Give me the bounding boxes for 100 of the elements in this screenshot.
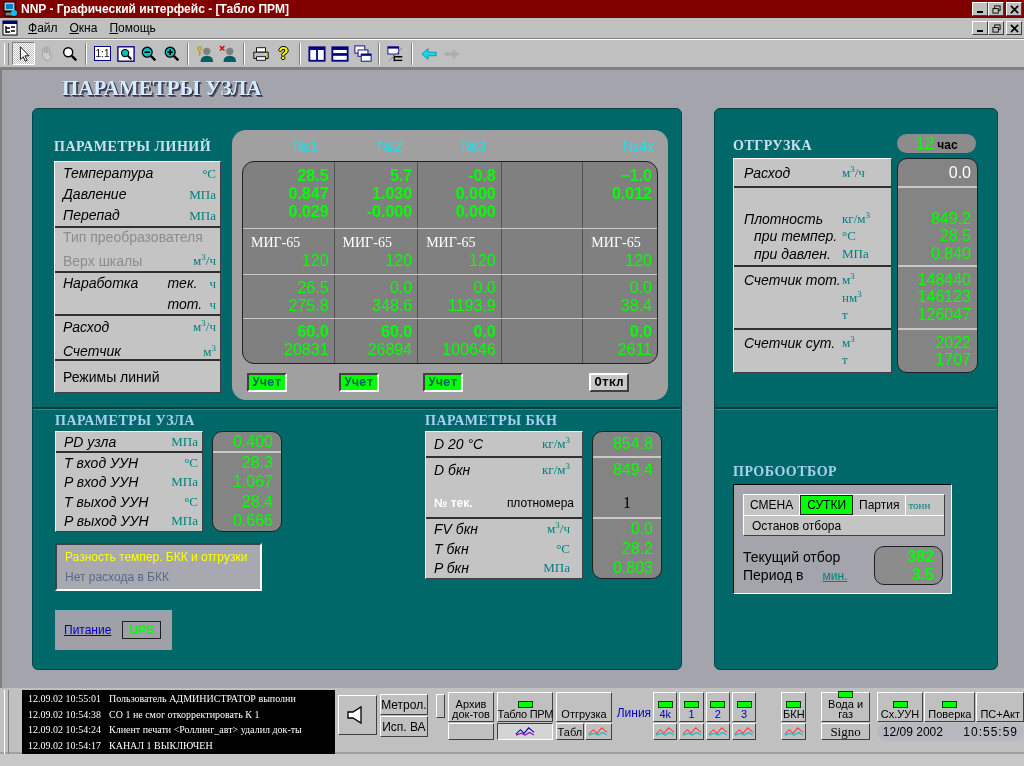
- parameter-label: T бкн: [434, 540, 469, 557]
- nav-button[interactable]: Сх.УУН: [876, 692, 924, 722]
- speaker-button[interactable]: [337, 695, 377, 735]
- parameter-value: 28.5: [939, 227, 971, 246]
- parameter-value: 0.840: [930, 244, 971, 263]
- mode-button[interactable]: Откл: [589, 373, 629, 392]
- section-title: ОТГРУЗКА: [733, 138, 813, 154]
- nav-button[interactable]: 4k: [653, 692, 678, 722]
- unit-label: °C: [184, 454, 198, 471]
- column-header: №2: [377, 137, 402, 154]
- nav-button[interactable]: Табл: [556, 723, 584, 740]
- event-time: 12.09.02 10:54:24: [27, 724, 101, 736]
- trend-icon: [783, 726, 804, 737]
- unit-label: м$^{3}$/ч: [193, 251, 216, 271]
- blank-button[interactable]: [447, 723, 495, 740]
- parameter-sublabel: тот.: [167, 294, 204, 314]
- period-tab[interactable]: СУТКИ: [800, 495, 854, 515]
- reading-value: 0.000: [455, 203, 496, 221]
- parameter-value: 1: [623, 494, 631, 513]
- parameter-label: Перепад: [63, 205, 121, 225]
- nav-button[interactable]: БКН: [781, 692, 807, 722]
- close-button[interactable]: [1006, 21, 1022, 35]
- parameter-label: Температура: [63, 163, 155, 183]
- parameter-sublabel: тек.: [167, 273, 199, 293]
- nav-button[interactable]: Вода и газ: [821, 692, 870, 722]
- parameter-label: Верх шкалы: [63, 251, 144, 271]
- close-icon: [1009, 23, 1019, 33]
- unit-label: МПа: [189, 185, 216, 204]
- scale-value: 120: [469, 251, 496, 270]
- pointer-button[interactable]: [12, 42, 35, 65]
- stop-sampling-label: Останов отбора: [752, 518, 842, 533]
- current-sampling-value: 382: [907, 547, 934, 566]
- power-link[interactable]: Питание: [64, 623, 112, 637]
- status-led: [684, 701, 700, 708]
- minimize-button[interactable]: [972, 2, 988, 16]
- nav-button[interactable]: ПС+Акт: [976, 692, 1024, 722]
- event-time: 12.09.02 10:55:01: [27, 693, 101, 705]
- parameter-value: 28.4: [241, 492, 273, 511]
- user-remove-button[interactable]: [216, 42, 239, 65]
- trend-icon: [681, 726, 702, 737]
- column-header: №1: [293, 137, 318, 154]
- nav-button[interactable]: Поверка: [924, 692, 976, 722]
- unit-label: м$^{3}$: [203, 341, 216, 361]
- menu-item[interactable]: Окна: [63, 21, 104, 35]
- unit-label: кг/м$^{3}$: [542, 461, 570, 479]
- nav-button[interactable]: Отгрузка: [556, 692, 612, 722]
- column-header: №4к: [623, 137, 654, 154]
- section-title: ПАРАМЕТРЫ ЛИНИЙ: [54, 137, 213, 156]
- counter-value: 20831: [284, 341, 329, 359]
- menu-item[interactable]: Помощь: [103, 21, 162, 35]
- cascade-button[interactable]: [351, 42, 374, 65]
- parameter-label: FV бкн: [434, 521, 478, 537]
- minimize-button[interactable]: [972, 21, 988, 35]
- meter-sublabel: плотномера: [506, 496, 574, 511]
- parameter-value: 28.3: [241, 453, 273, 472]
- trend-button[interactable]: [497, 723, 554, 740]
- unit-label: м$^{3}$/ч: [547, 520, 570, 538]
- section-title: ПРОБООТБОР: [733, 463, 839, 481]
- parameter-label: при темпер.: [753, 228, 839, 245]
- nav-button[interactable]: 2: [705, 692, 730, 722]
- counter-value: 26894: [367, 341, 413, 359]
- user-key-icon: [195, 44, 214, 63]
- parameter-value: 854.8: [612, 435, 653, 453]
- menu-item[interactable]: Файл: [22, 21, 64, 35]
- cascade-icon: [353, 44, 372, 63]
- parameter-label: PD узла: [64, 433, 117, 450]
- restore-button[interactable]: [988, 21, 1004, 35]
- nav-button[interactable]: Метрол.: [379, 694, 428, 715]
- parameter-label: P выход УУН: [64, 513, 149, 530]
- parameter-label: Расход: [744, 164, 792, 181]
- blank-button[interactable]: [435, 694, 445, 718]
- mode-button[interactable]: Учет: [339, 373, 379, 392]
- parameter-label: Расход: [63, 317, 111, 337]
- mode-button[interactable]: Учет: [423, 373, 463, 392]
- unit-label: МПа: [171, 474, 198, 491]
- page-title: ПАРАМЕТРЫ УЗЛА: [61, 75, 263, 102]
- flow-value: 0.0: [629, 323, 652, 341]
- section-title: ПАРАМЕТРЫ УЗЛА: [55, 412, 196, 430]
- parameter-label: T выход УУН: [64, 493, 149, 510]
- close-button[interactable]: [1006, 2, 1022, 16]
- modes-label: Режимы линий: [63, 368, 161, 385]
- unit-label: т: [842, 352, 848, 369]
- nav-button[interactable]: Исп. ВА: [379, 716, 428, 737]
- unit-label: ч: [209, 295, 216, 314]
- reading-value: 0.847: [288, 185, 329, 203]
- parameter-value: 0.666: [232, 512, 273, 531]
- restore-button[interactable]: [988, 2, 1004, 16]
- restore-icon: [991, 23, 1001, 33]
- parameter-value: 849.2: [930, 209, 971, 228]
- nav-button[interactable]: Signo: [821, 723, 870, 740]
- nav-button[interactable]: Архив док-тов: [447, 692, 495, 722]
- unit-label: МПа: [171, 433, 198, 450]
- zoom-out-icon: [139, 44, 158, 63]
- runtime-value: 0.0: [629, 278, 652, 297]
- reading-value: 28.5: [297, 167, 329, 185]
- nav-button[interactable]: 1: [679, 692, 704, 722]
- mode-button[interactable]: Учет: [247, 373, 287, 392]
- parameter-value: 28.2: [621, 539, 653, 558]
- event-message: Пользователь АДМИНИСТРАТОР выполни: [109, 693, 296, 705]
- nav-button[interactable]: 3: [732, 692, 757, 722]
